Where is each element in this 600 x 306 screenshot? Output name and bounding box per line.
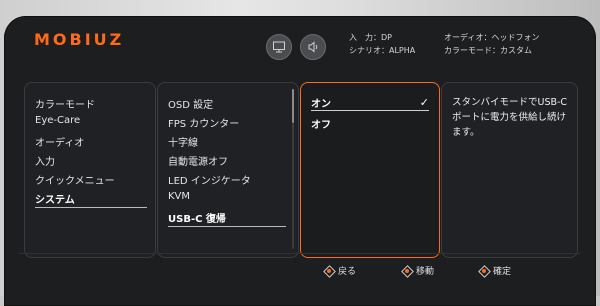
- hint-back-label: 戻る: [338, 267, 357, 277]
- joystick-press-icon: [478, 264, 491, 278]
- color-value: カスタム: [500, 46, 532, 55]
- joystick-updown-icon: [401, 264, 414, 278]
- hint-move-label: 移動: [416, 267, 435, 277]
- description-text: スタンバイモードでUSB-Cポートに電力を供給し続けます。: [452, 97, 568, 138]
- audio-label: オーディオ: [444, 33, 484, 42]
- selected-underline: [35, 207, 147, 208]
- menu-item-color-mode[interactable]: カラーモード: [35, 96, 95, 111]
- hint-confirm-label: 確定: [493, 267, 512, 277]
- main-menu-panel: カラーモード Eye-Care オーディオ 入力 クイックメニュー システム: [24, 82, 156, 258]
- sub-menu-scrollbar[interactable]: [292, 89, 294, 249]
- separator: ：: [381, 46, 389, 55]
- footer-hints: 戻る 移動 確定: [19, 253, 581, 288]
- header-input-info: 入 力：DP: [349, 32, 392, 44]
- menu-item-eye-care[interactable]: Eye-Care: [35, 115, 80, 126]
- speaker-icon: [308, 41, 318, 53]
- osd-window: MOBIUZ 入 力：DP シナリオ：ALPHA オーディオ：ヘッドフォン カラ…: [4, 16, 596, 306]
- sub-item-auto-power-off[interactable]: 自動電源オフ: [168, 153, 228, 168]
- header-scenario-info: シナリオ：ALPHA: [349, 45, 415, 57]
- description-panel: スタンバイモードでUSB-Cポートに電力を供給し続けます。: [441, 82, 578, 258]
- header-audio-info: オーディオ：ヘッドフォン: [444, 32, 539, 44]
- hint-back: 戻る: [323, 264, 357, 278]
- joystick-left-icon: [323, 264, 336, 278]
- option-off[interactable]: オフ: [311, 116, 331, 131]
- sub-item-fps-counter[interactable]: FPS カウンター: [168, 115, 239, 130]
- hint-move: 移動: [401, 264, 435, 278]
- color-label: カラーモード: [444, 46, 492, 55]
- menu-item-audio[interactable]: オーディオ: [35, 134, 84, 149]
- sub-item-led-indicator[interactable]: LED インジケータ: [168, 172, 251, 187]
- option-on[interactable]: オン: [311, 95, 331, 110]
- header-color-info: カラーモード：カスタム: [444, 45, 532, 57]
- sub-menu-panel: OSD 設定 FPS カウンター 十字線 自動電源オフ LED インジケータ K…: [157, 82, 299, 258]
- menu-item-input[interactable]: 入力: [35, 153, 55, 168]
- menu-item-quick-menu[interactable]: クイックメニュー: [35, 172, 115, 187]
- audio-mode-icon[interactable]: [300, 34, 326, 60]
- input-label: 入 力: [349, 33, 373, 42]
- menu-item-system[interactable]: システム: [35, 191, 75, 206]
- separator: ：: [373, 33, 381, 42]
- sub-item-crosshair[interactable]: 十字線: [168, 134, 198, 149]
- scroll-thumb[interactable]: [292, 89, 294, 123]
- brand-logo: MOBIUZ: [34, 30, 125, 49]
- sub-item-kvm[interactable]: KVM: [168, 191, 190, 202]
- monitor-icon: [273, 41, 285, 53]
- input-value: DP: [381, 33, 392, 42]
- audio-value: ヘッドフォン: [491, 33, 540, 42]
- options-panel: オン ✓ オフ: [300, 82, 440, 258]
- hint-confirm: 確定: [478, 264, 512, 278]
- sub-item-usbc-resume[interactable]: USB-C 復帰: [168, 210, 226, 225]
- separator: ：: [492, 46, 500, 55]
- selected-underline: [168, 226, 286, 227]
- picture-mode-icon[interactable]: [266, 34, 292, 60]
- selected-underline: [311, 110, 429, 111]
- osd-header: MOBIUZ 入 力：DP シナリオ：ALPHA オーディオ：ヘッドフォン カラ…: [4, 16, 596, 76]
- scenario-label: シナリオ: [349, 46, 381, 55]
- sub-item-osd-settings[interactable]: OSD 設定: [168, 96, 213, 111]
- scenario-value: ALPHA: [389, 46, 416, 55]
- check-icon: ✓: [419, 96, 429, 109]
